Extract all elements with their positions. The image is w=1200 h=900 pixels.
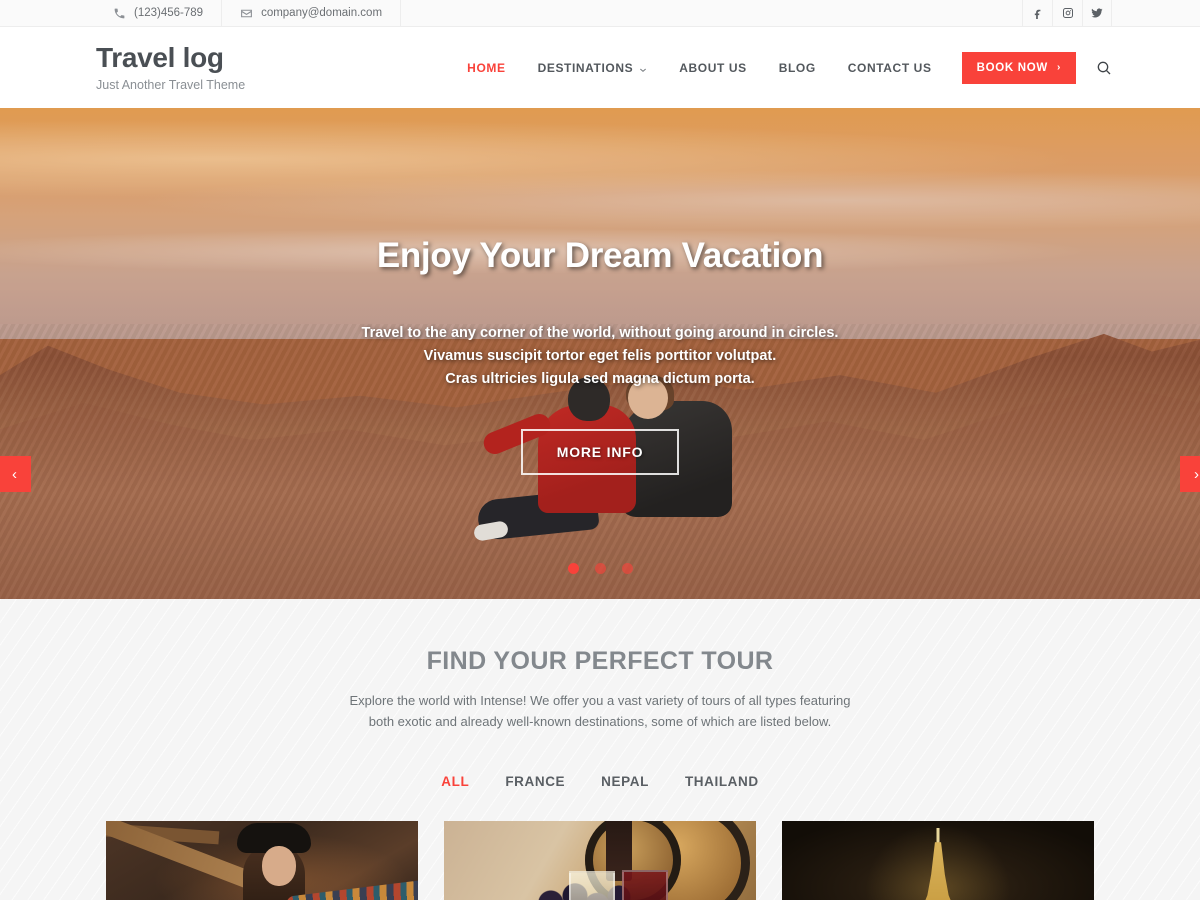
- nav-item-blog[interactable]: BLOG: [763, 61, 832, 75]
- tour-card-grid: [0, 821, 1200, 900]
- tour-card[interactable]: [106, 821, 418, 900]
- nav-item-contact-us[interactable]: CONTACT US: [832, 61, 948, 75]
- tour-card[interactable]: [444, 821, 756, 900]
- top-contact-bar: (123)456-789 company@domain.com: [0, 0, 1200, 27]
- site-title: Travel log: [96, 42, 224, 74]
- card-image-detail: [262, 845, 296, 886]
- facebook-icon[interactable]: [1022, 0, 1052, 26]
- section-title: FIND YOUR PERFECT TOUR: [426, 647, 774, 675]
- card-image-detail: [285, 879, 418, 900]
- topbar-contact-group: (123)456-789 company@domain.com: [95, 0, 402, 26]
- nav-item-destinations[interactable]: DESTINATIONS: [522, 61, 664, 75]
- email-contact[interactable]: company@domain.com: [221, 0, 402, 26]
- card-image-detail: [568, 871, 615, 900]
- card-image-detail: [621, 869, 668, 900]
- book-now-label: BOOK NOW: [976, 61, 1048, 74]
- chevron-down-icon: [639, 63, 647, 72]
- hero-description: Travel to the any corner of the world, w…: [362, 322, 839, 391]
- hero-slider: Enjoy Your Dream Vacation Travel to the …: [0, 108, 1200, 599]
- filter-tab-thailand[interactable]: THAILAND: [681, 772, 763, 791]
- search-icon[interactable]: [1096, 60, 1112, 76]
- twitter-icon[interactable]: [1082, 0, 1112, 26]
- slider-next-button[interactable]: ›: [1180, 456, 1200, 492]
- slider-prev-button[interactable]: ‹: [0, 456, 31, 492]
- slider-dot-2[interactable]: [594, 563, 606, 574]
- more-info-button[interactable]: MORE INFO: [520, 429, 680, 475]
- filter-tab-nepal[interactable]: NEPAL: [597, 772, 653, 791]
- phone-number: (123)456-789: [134, 7, 204, 19]
- hero-title: Enjoy Your Dream Vacation: [376, 236, 824, 275]
- tour-card[interactable]: [782, 821, 1094, 900]
- nav-item-home[interactable]: HOME: [451, 61, 521, 75]
- section-description: Explore the world with Intense! We offer…: [349, 693, 851, 729]
- site-tagline: Just Another Travel Theme: [96, 77, 246, 92]
- card-image-detail: [919, 842, 957, 900]
- chevron-right-icon: ›: [1056, 62, 1061, 73]
- hero-description-line: Cras ultricies ligula sed magna dictum p…: [445, 371, 755, 387]
- nav-label: HOME: [467, 60, 506, 75]
- find-your-perfect-tour-section: FIND YOUR PERFECT TOUR Explore the world…: [0, 599, 1200, 900]
- slider-dot-3[interactable]: [621, 563, 633, 574]
- card-image-detail: [936, 828, 940, 844]
- nav-label: CONTACT US: [847, 60, 932, 75]
- envelope-icon: [240, 7, 253, 20]
- hero-description-line: Vivamus suscipit tortor eget felis portt…: [423, 348, 777, 364]
- phone-contact[interactable]: (123)456-789: [95, 0, 223, 26]
- nav-item-about-us[interactable]: ABOUT US: [663, 61, 762, 75]
- main-navigation: HOME DESTINATIONS ABOUT US BLOG CONTACT …: [451, 51, 1112, 84]
- social-links: [1022, 0, 1112, 26]
- phone-icon: [113, 7, 126, 20]
- site-header: Travel log Just Another Travel Theme HOM…: [0, 27, 1200, 108]
- filter-tab-all[interactable]: ALL: [437, 772, 473, 791]
- slider-dot-1[interactable]: [567, 563, 579, 574]
- hero-description-line: Travel to the any corner of the world, w…: [361, 325, 839, 341]
- instagram-icon[interactable]: [1052, 0, 1082, 26]
- book-now-button[interactable]: BOOK NOW ›: [961, 51, 1076, 84]
- hero-content: Enjoy Your Dream Vacation Travel to the …: [0, 108, 1200, 599]
- nav-label: ABOUT US: [679, 60, 747, 75]
- tour-filter-tabs: ALL FRANCE NEPAL THAILAND: [0, 772, 1200, 791]
- nav-label: DESTINATIONS: [537, 60, 634, 75]
- card-image-detail: [908, 828, 968, 900]
- tours-inner: FIND YOUR PERFECT TOUR Explore the world…: [0, 599, 1200, 900]
- slider-pagination: [0, 563, 1200, 574]
- filter-tab-france[interactable]: FRANCE: [501, 772, 569, 791]
- nav-label: BLOG: [778, 60, 816, 75]
- brand-logo[interactable]: Travel log Just Another Travel Theme: [96, 42, 246, 92]
- email-address: company@domain.com: [261, 7, 383, 19]
